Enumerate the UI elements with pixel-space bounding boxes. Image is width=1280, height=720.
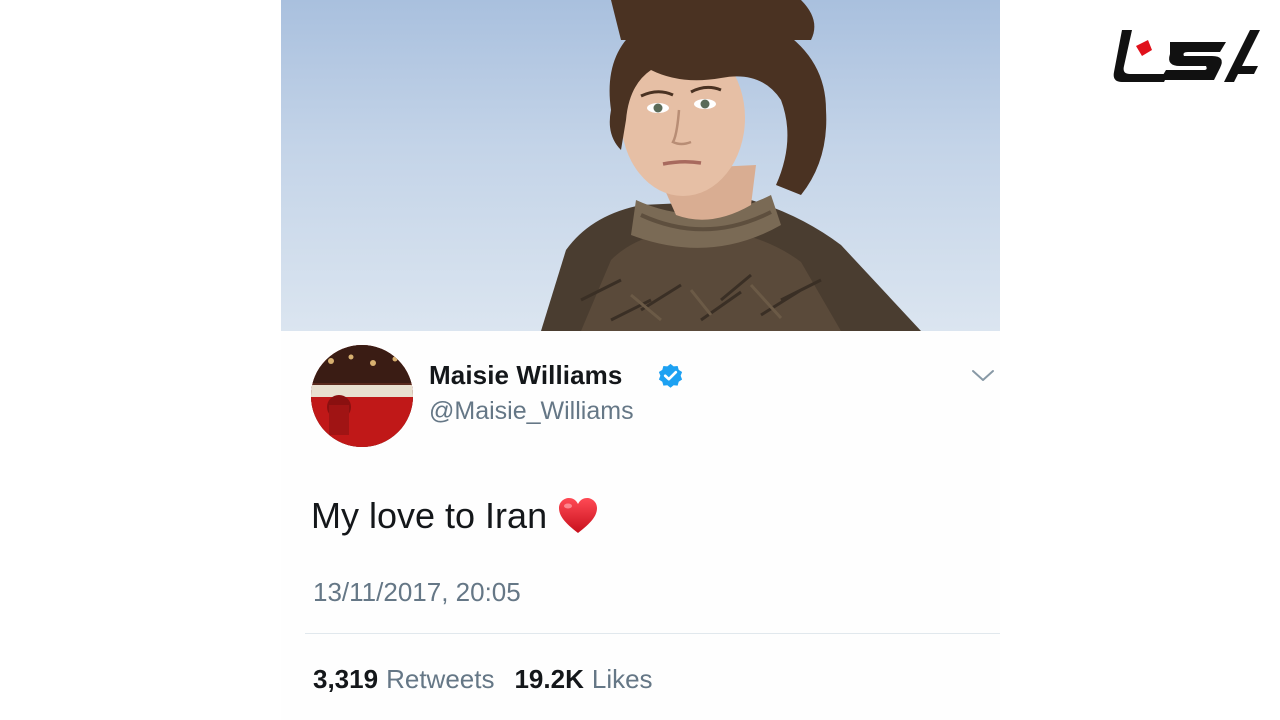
site-logo-icon xyxy=(1113,30,1260,82)
avatar-image xyxy=(311,345,413,447)
tweet-card: Maisie Williams @Maisie_Williams My love… xyxy=(281,0,1000,720)
tweet-timestamp[interactable]: 13/11/2017, 20:05 xyxy=(313,577,521,608)
chevron-down-icon[interactable] xyxy=(971,366,995,386)
retweets-label[interactable]: Retweets xyxy=(386,664,494,694)
user-display-name[interactable]: Maisie Williams xyxy=(429,360,622,391)
verified-badge-icon xyxy=(658,363,683,388)
divider xyxy=(305,633,1000,634)
tweet-body: My love to Iran xyxy=(311,495,599,537)
tweet-photo[interactable] xyxy=(281,0,1000,331)
retweets-count[interactable]: 3,319 xyxy=(313,664,378,694)
portrait-illustration xyxy=(541,0,921,331)
heart-emoji-icon xyxy=(559,498,598,533)
likes-label[interactable]: Likes xyxy=(592,664,653,694)
likes-count[interactable]: 19.2K xyxy=(514,664,583,694)
tweet-stats: 3,319 Retweets 19.2K Likes xyxy=(313,664,653,695)
user-avatar[interactable] xyxy=(311,345,413,447)
tweet-text: My love to Iran xyxy=(311,495,548,536)
user-handle[interactable]: @Maisie_Williams xyxy=(429,397,634,426)
page: Maisie Williams @Maisie_Williams My love… xyxy=(0,0,1280,720)
